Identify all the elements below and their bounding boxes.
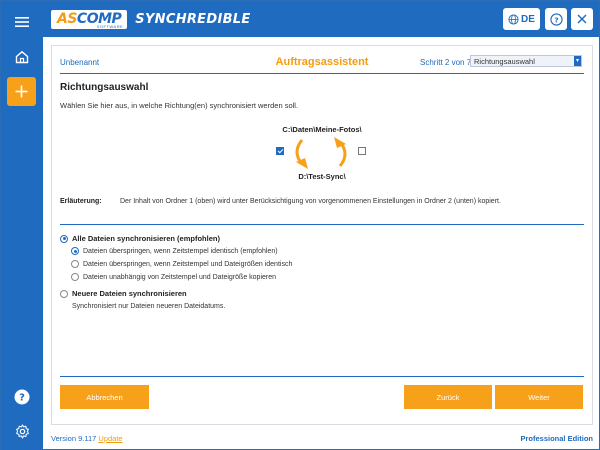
radio-copy-always[interactable]: Dateien unabhängig von Zeitstempel und D… (71, 273, 276, 281)
footer-divider (60, 376, 584, 377)
folder2-path: D:\Test-Sync\ (298, 172, 346, 181)
radio-skip-timestamp-size[interactable]: Dateien überspringen, wenn Zeitstempel u… (71, 260, 292, 268)
question-icon: ? (549, 12, 563, 26)
header-divider (60, 73, 584, 74)
close-button[interactable] (571, 8, 593, 30)
ascomp-logo: AS COMP SOFTWARE SYNCHREDIBLE (51, 9, 251, 29)
home-icon[interactable] (8, 43, 36, 71)
close-icon (577, 14, 587, 24)
step-select-value: Richtungsauswahl (474, 57, 535, 66)
edition-label: Professional Edition (520, 434, 593, 443)
radio-skip-timestamp-label: Dateien überspringen, wenn Zeitstempel i… (83, 247, 278, 255)
language-button[interactable]: DE (503, 8, 540, 30)
direction-down-checkbox[interactable] (276, 147, 284, 155)
help-icon[interactable]: ? (8, 383, 36, 411)
language-label: DE (521, 13, 535, 25)
sidebar: ? (1, 1, 43, 450)
radio-all-files[interactable]: Alle Dateien synchronisieren (empfohlen) (60, 234, 220, 243)
version-text: Version 9.117 (51, 434, 97, 443)
wizard-panel: Unbenannt Auftragsassistent Schritt 2 vo… (51, 45, 593, 425)
step-select[interactable]: Richtungsauswahl ▾ (470, 55, 582, 67)
radio-skip-timestamp-size-label: Dateien überspringen, wenn Zeitstempel u… (83, 260, 293, 268)
radio-button[interactable] (71, 260, 79, 268)
explanation-label: Erläuterung: (60, 198, 102, 205)
options-divider (60, 224, 584, 225)
menu-icon[interactable] (8, 8, 36, 36)
new-job-plus-icon[interactable] (7, 77, 36, 106)
radio-button[interactable] (71, 247, 79, 255)
folder1-path: C:\Daten\Meine-Fotos\ (282, 125, 362, 134)
step-indicator: Schritt 2 von 7: (420, 58, 474, 67)
status-footer: Version 9.117 Update Professional Editio… (51, 433, 593, 445)
sync-direction-arrows-icon (295, 137, 347, 169)
next-button[interactable]: Weiter (495, 385, 583, 409)
help-button[interactable]: ? (545, 8, 567, 30)
radio-newer-files-label: Neuere Dateien synchronisieren (72, 289, 187, 298)
version-info: Version 9.117 Update (51, 434, 123, 443)
radio-newer-files[interactable]: Neuere Dateien synchronisieren (60, 289, 187, 298)
explanation-text: Der Inhalt von Ordner 1 (oben) wird unte… (120, 198, 501, 205)
section-title: Richtungsauswahl (60, 82, 149, 93)
direction-up-checkbox[interactable] (358, 147, 366, 155)
radio-copy-always-label: Dateien unabhängig von Zeitstempel und D… (83, 273, 277, 281)
back-button[interactable]: Zurück (404, 385, 492, 409)
radio-button[interactable] (71, 273, 79, 281)
globe-icon (508, 13, 519, 25)
logo-subtitle: SOFTWARE (96, 23, 124, 29)
wizard-topbar: Unbenannt Auftragsassistent Schritt 2 vo… (60, 55, 584, 71)
cancel-button[interactable]: Abbrechen (60, 385, 149, 409)
svg-text:?: ? (19, 393, 25, 404)
radio-all-files-label: Alle Dateien synchronisieren (empfohlen) (72, 234, 220, 243)
radio-button[interactable] (60, 234, 68, 243)
app-name: SYNCHREDIBLE (135, 11, 251, 27)
header-bar: AS COMP SOFTWARE SYNCHREDIBLE DE ? (43, 1, 599, 37)
chevron-down-icon: ▾ (574, 56, 581, 66)
app-window: ? AS COMP SOFTWARE SYNCHREDIBLE DE ? Unbe… (0, 0, 600, 450)
radio-button[interactable] (60, 289, 68, 298)
logo-as-text: AS (57, 11, 77, 27)
intro-text: Wählen Sie hier aus, in welche Richtung(… (60, 101, 299, 110)
radio-skip-timestamp[interactable]: Dateien überspringen, wenn Zeitstempel i… (71, 247, 278, 255)
gear-icon[interactable] (8, 417, 36, 445)
newer-files-description: Synchronisiert nur Dateien neueren Datei… (72, 303, 226, 310)
update-link[interactable]: Update (98, 434, 122, 443)
svg-text:?: ? (554, 15, 558, 24)
